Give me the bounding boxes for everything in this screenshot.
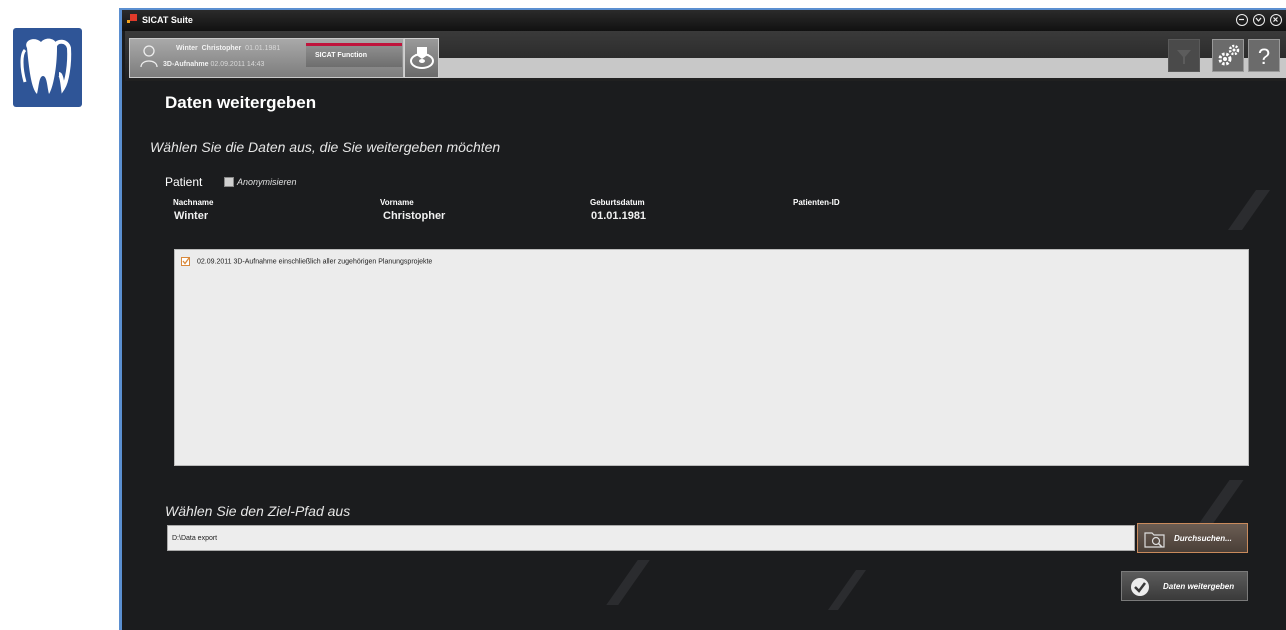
column-header-birth-date: Geburtsdatum xyxy=(590,198,645,207)
patient-last-name: Winter xyxy=(176,45,198,52)
help-icon: ? xyxy=(1258,44,1270,69)
scan-datetime: 02.09.2011 14:43 xyxy=(210,61,265,68)
patient-name-line: Winter Christopher 01.01.1981 xyxy=(176,45,280,52)
share-data-button-label: Daten weitergeben xyxy=(1163,582,1235,591)
close-button[interactable] xyxy=(1270,14,1282,26)
tab-sicat-function[interactable]: SICAT Function xyxy=(306,43,402,67)
app-title: SICAT Suite xyxy=(142,15,193,25)
anonymize-label[interactable]: Anonymisieren xyxy=(237,177,297,187)
patient-first-name-value: Christopher xyxy=(383,210,446,222)
browse-button-label: Durchsuchen... xyxy=(1174,534,1232,543)
app-window: SICAT Suite Winter Christopher 01.01.198… xyxy=(119,8,1286,630)
page-title: Daten weitergeben xyxy=(165,93,317,112)
filter-button[interactable] xyxy=(1168,39,1200,72)
patient-bar: Winter Christopher 01.01.1981 3D-Aufnahm… xyxy=(125,31,1286,81)
patient-birth-date: 01.01.1981 xyxy=(245,45,281,52)
export-disc-icon xyxy=(410,47,434,69)
list-item[interactable]: 02.09.2011 3D-Aufnahme einschließlich al… xyxy=(181,257,432,266)
minimize-button[interactable] xyxy=(1236,14,1248,26)
scan-line: 3D-Aufnahme 02.09.2011 14:43 xyxy=(163,61,264,68)
patient-bar-strip xyxy=(439,58,1286,78)
tab-sicat-function-label: SICAT Function xyxy=(315,52,367,59)
filter-icon xyxy=(1177,50,1191,64)
item-label: 3D-Aufnahme xyxy=(233,258,277,266)
tab-export-data[interactable] xyxy=(404,38,439,78)
browse-button[interactable]: Durchsuchen... xyxy=(1137,523,1248,553)
column-header-first-name: Vorname xyxy=(380,198,414,207)
app-icon xyxy=(127,14,137,23)
column-header-last-name: Nachname xyxy=(173,198,214,207)
share-data-button[interactable]: Daten weitergeben xyxy=(1121,571,1248,601)
user-icon xyxy=(140,45,158,68)
item-date: 02.09.2011 xyxy=(197,258,232,266)
maximize-button[interactable] xyxy=(1253,14,1265,26)
data-list: 02.09.2011 3D-Aufnahme einschließlich al… xyxy=(174,249,1249,466)
patient-last-name-value: Winter xyxy=(174,210,209,222)
target-path-heading: Wählen Sie den Ziel-Pfad aus xyxy=(165,503,351,519)
tooth-icon xyxy=(13,28,82,107)
help-button[interactable]: ? xyxy=(1248,39,1280,72)
svg-text:?: ? xyxy=(1258,44,1270,69)
checkmark-icon xyxy=(1131,578,1149,596)
patient-tab[interactable]: Winter Christopher 01.01.1981 3D-Aufnahm… xyxy=(129,38,404,78)
page-subtitle: Wählen Sie die Daten aus, die Sie weiter… xyxy=(150,139,501,155)
settings-button[interactable] xyxy=(1212,39,1244,72)
item-checkbox[interactable] xyxy=(181,257,190,266)
item-description: einschließlich aller zugehörigen Planung… xyxy=(278,258,433,266)
title-bar: SICAT Suite xyxy=(122,10,1286,31)
folder-search-icon xyxy=(1144,532,1165,548)
main-content: Daten weitergeben Wählen Sie die Daten a… xyxy=(125,81,1286,630)
anonymize-checkbox[interactable] xyxy=(224,177,234,187)
patient-section-label: Patient xyxy=(165,175,203,189)
patient-first-name: Christopher xyxy=(201,45,242,52)
patient-birth-date-value: 01.01.1981 xyxy=(591,210,647,222)
gear-icon xyxy=(1218,44,1240,66)
target-path-input[interactable]: D:\Data export xyxy=(167,525,1135,551)
column-header-patient-id: Patienten-ID xyxy=(793,198,840,207)
checkmark-icon xyxy=(182,257,190,265)
scan-label: 3D-Aufnahme xyxy=(163,61,209,68)
